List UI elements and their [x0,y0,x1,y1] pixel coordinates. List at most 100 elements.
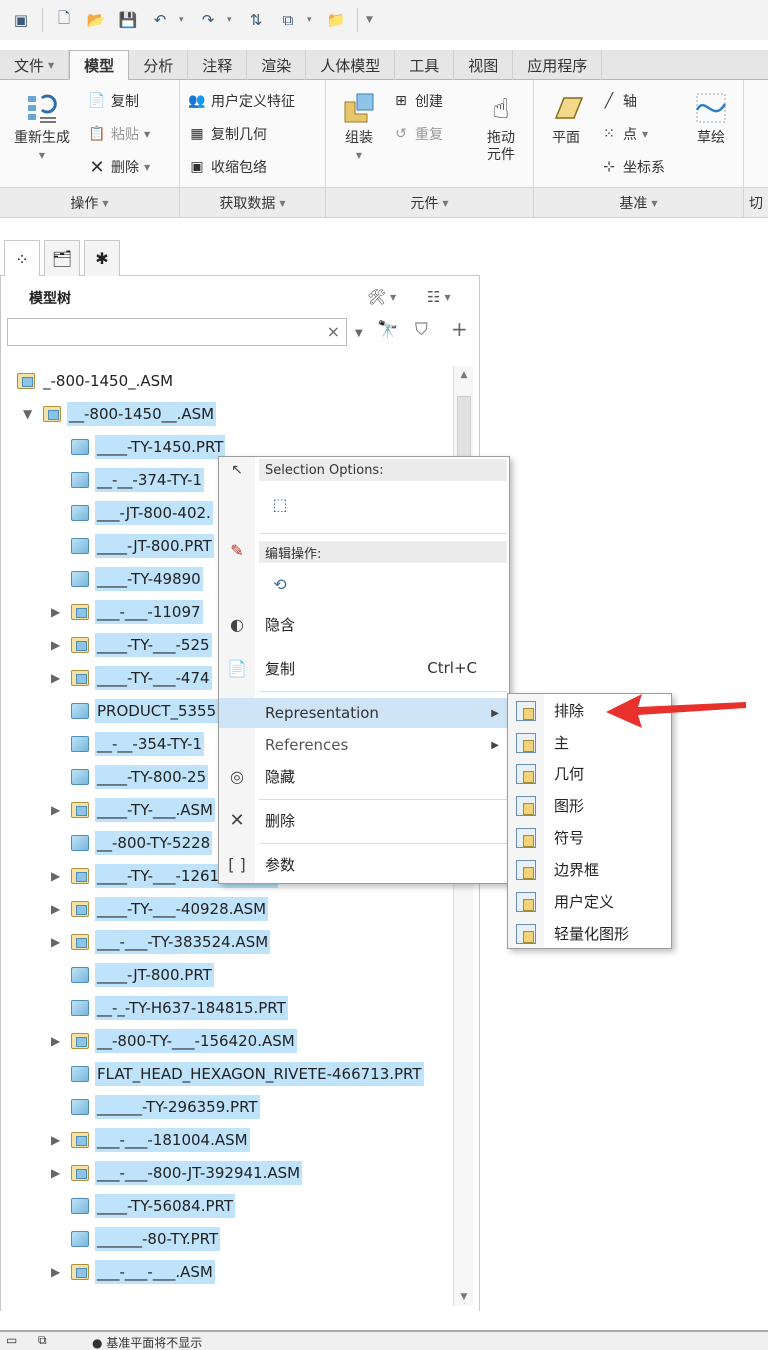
tab-annotate[interactable]: 注释 [188,50,248,80]
delete-menu-item[interactable]: ✕ 删除 [219,805,509,835]
clear-icon[interactable]: × [327,322,340,341]
status-toggle-icon[interactable]: ▭ [6,1333,17,1347]
tree-node[interactable]: ▶ ___-___-TY-383524.ASM [1,927,451,957]
bounding-box-menu-item[interactable]: 边界框 [508,854,671,885]
scroll-up-icon[interactable]: ▲ [454,366,474,384]
tab-render[interactable]: 渲染 [247,50,307,80]
graphics-menu-item[interactable]: 图形 [508,790,671,821]
tree-node[interactable]: ▶ ___-___-___.ASM [1,1257,451,1287]
references-menu-item[interactable]: References ▶ [219,730,509,760]
undo-icon[interactable]: ↶ [147,7,173,33]
expand-arrow-icon[interactable]: ▶ [51,869,60,883]
copy-geometry-button[interactable]: ▦ 复制几何 [188,123,267,145]
expand-arrow-icon[interactable]: ▶ [51,1166,60,1180]
group-label-get-data[interactable]: 获取数据 ▼ [180,188,326,218]
expand-arrow-icon[interactable]: ▶ [51,1034,60,1048]
windows-icon[interactable]: ⧉ [275,7,301,33]
lightweight-graphics-menu-item[interactable]: 轻量化图形 [508,918,671,949]
tree-node[interactable]: ▶ ____-TY-___-40928.ASM [1,894,451,924]
expand-arrow-icon[interactable]: ▶ [51,605,60,619]
folder-browser-tab[interactable]: 🗂 [44,240,80,276]
tree-node[interactable]: ▶ ___-___-800-JT-392941.ASM [1,1158,451,1188]
repeat-button[interactable]: ↺ 重复 [392,123,443,145]
tree-node[interactable]: ____-JT-800.PRT [1,960,451,990]
app-icon[interactable]: ▣ [8,7,34,33]
undo-dropdown-icon[interactable]: ▾ [179,15,189,25]
coord-sys-button[interactable]: ⊹ 坐标系 [600,156,665,178]
expand-arrow-icon[interactable]: ▶ [51,671,60,685]
tree-node[interactable]: __-_-TY-H637-184815.PRT [1,993,451,1023]
tab-file[interactable]: 文件 ▼ [0,50,70,80]
drag-components-button[interactable]: ☝ 拖动 元件 [474,86,528,164]
windows-dropdown-icon[interactable]: ▾ [307,15,317,25]
copy-menu-item[interactable]: 📄 复制 Ctrl+C [219,653,509,683]
hide-menu-item[interactable]: ◎ 隐藏 [219,761,509,791]
parameters-menu-item[interactable]: [ ] 参数 [219,849,509,879]
point-button[interactable]: ⁙ 点 ▼ [600,123,648,145]
suppress-menu-item[interactable]: ◐ 隐含 [219,609,509,639]
tab-manikin[interactable]: 人体模型 [306,50,396,80]
customize-dropdown-icon[interactable]: ▼ [366,15,376,25]
expand-arrow-icon[interactable]: ▶ [51,935,60,949]
expand-arrow-icon[interactable]: ▶ [51,902,60,916]
tree-node[interactable]: ▶ __-800-TY-___-156420.ASM [1,1026,451,1056]
tree-columns-tool[interactable]: ☷ ▼ [427,284,451,310]
redo-dropdown-icon[interactable]: ▾ [227,15,237,25]
user-defined-feature-button[interactable]: 👥 用户定义特征 [188,90,295,112]
tab-analysis[interactable]: 分析 [129,50,189,80]
pick-from-list-icon[interactable]: ⬚ [267,491,293,517]
expand-arrow-icon[interactable]: ▶ [51,638,60,652]
group-label-cut[interactable]: 切 [744,188,768,218]
shrinkwrap-button[interactable]: ▣ 收缩包络 [188,156,267,178]
tree-node[interactable]: ____-TY-56084.PRT [1,1191,451,1221]
binoculars-icon[interactable]: 🔭 [377,320,398,340]
delete-button[interactable]: ✕ 删除 ▼ [88,156,150,178]
geometry-menu-item[interactable]: 几何 [508,758,671,789]
symbolic-menu-item[interactable]: 符号 [508,822,671,853]
filter-icon[interactable]: ⛉ [415,320,428,340]
scroll-down-icon[interactable]: ▼ [454,1288,474,1306]
tree-node[interactable]: ▼ __-800-1450__.ASM [1,399,451,429]
expand-arrow-icon[interactable]: ▶ [51,803,60,817]
tree-node[interactable]: ▶ ___-___-181004.ASM [1,1125,451,1155]
tab-applications[interactable]: 应用程序 [513,50,603,80]
group-label-datum[interactable]: 基准 ▼ [534,188,744,218]
collapse-arrow-icon[interactable]: ▼ [23,407,32,421]
new-file-icon[interactable]: 🗋 [51,7,77,33]
add-icon[interactable]: + [451,317,468,341]
status-window-icon[interactable]: ⧉ [38,1333,47,1348]
model-tree-tab[interactable]: ⁘ [4,240,40,277]
tree-node[interactable]: FLAT_HEAD_HEXAGON_RIVETE-466713.PRT [1,1059,451,1089]
save-icon[interactable]: 💾 [115,7,141,33]
axis-button[interactable]: ╱ 轴 [600,90,637,112]
representation-menu-item[interactable]: Representation ▶ [219,698,509,728]
open-folder-icon[interactable]: 📂 [83,7,109,33]
regenerate-button[interactable]: 重新生成 ▼ [6,86,78,164]
tree-node[interactable]: _-800-1450_.ASM [1,366,451,396]
search-dropdown-icon[interactable]: ▼ [355,328,363,339]
paste-button[interactable]: 📋 粘贴 ▼ [88,123,150,145]
replace-icon[interactable]: ⟲ [267,571,293,597]
expand-arrow-icon[interactable]: ▶ [51,1265,60,1279]
copy-button[interactable]: 📄 复制 [88,90,139,112]
regenerate-icon[interactable]: ⇅ [243,7,269,33]
tab-tools[interactable]: 工具 [395,50,455,80]
plane-button[interactable]: 平面 [538,86,594,147]
user-defined-menu-item[interactable]: 用户定义 [508,886,671,917]
tree-node[interactable]: ______-TY-296359.PRT [1,1092,451,1122]
tree-settings-tool[interactable]: 🛠 ▼ [367,284,396,310]
tree-search-input[interactable]: × [7,318,347,346]
assemble-button[interactable]: 组装 ▼ [332,86,386,164]
group-label-component[interactable]: 元件 ▼ [326,188,534,218]
close-window-icon[interactable]: 📁 [323,7,349,33]
create-button[interactable]: ⊞ 创建 [392,90,443,112]
sketch-button[interactable]: 草绘 [684,86,738,147]
redo-icon[interactable]: ↷ [195,7,221,33]
group-label-operations[interactable]: 操作 ▼ [0,188,180,218]
master-menu-item[interactable]: 主 [508,727,671,758]
tab-view[interactable]: 视图 [454,50,514,80]
tree-node[interactable]: ______-80-TY.PRT [1,1224,451,1254]
tab-model[interactable]: 模型 [69,50,130,81]
expand-arrow-icon[interactable]: ▶ [51,1133,60,1147]
favorites-tab[interactable]: ✱ [84,240,120,276]
